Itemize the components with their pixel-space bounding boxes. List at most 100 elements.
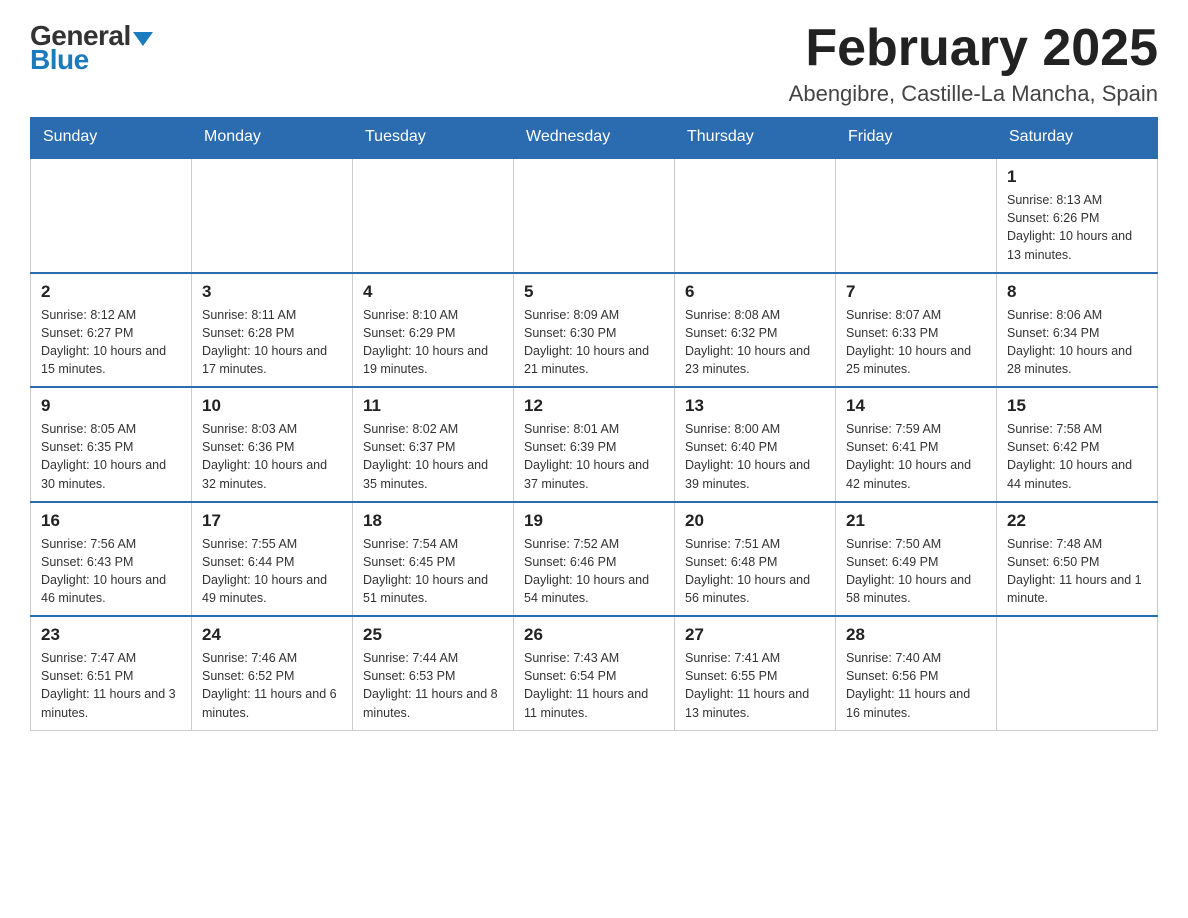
calendar-cell: 10 Sunrise: 8:03 AM Sunset: 6:36 PM Dayli…: [192, 387, 353, 502]
day-number: 5: [524, 282, 664, 302]
day-info: Sunrise: 8:01 AM Sunset: 6:39 PM Dayligh…: [524, 420, 664, 493]
logo: General Blue: [30, 20, 153, 76]
calendar-week-row: 16Sunrise: 7:56 AM Sunset: 6:43 PM Dayli…: [31, 502, 1158, 617]
day-number: 27: [685, 625, 825, 645]
day-number: 19: [524, 511, 664, 531]
day-number: 11: [363, 396, 503, 416]
day-number: 22: [1007, 511, 1147, 531]
day-number: 15: [1007, 396, 1147, 416]
day-number: 14: [846, 396, 986, 416]
day-number: 3: [202, 282, 342, 302]
calendar-cell: 3 Sunrise: 8:11 AM Sunset: 6:28 PM Daylig…: [192, 273, 353, 388]
day-number: 24: [202, 625, 342, 645]
month-title: February 2025: [789, 20, 1158, 77]
day-number: 18: [363, 511, 503, 531]
calendar-cell: 17 Sunrise: 7:55 AM Sunset: 6:44 PM Dayli…: [192, 502, 353, 617]
page-header: General Blue February 2025 Abengibre, Ca…: [30, 20, 1158, 107]
calendar-cell: 21Sunrise: 7:50 AM Sunset: 6:49 PM Dayli…: [836, 502, 997, 617]
calendar-cell: 1 Sunrise: 8:13 AM Sunset: 6:26 PM Daylig…: [997, 158, 1158, 273]
day-info: Sunrise: 8:00 AM Sunset: 6:40 PM Dayligh…: [685, 420, 825, 493]
calendar-cell: [31, 158, 192, 273]
calendar-cell: 19 Sunrise: 7:52 AM Sunset: 6:46 PM Dayli…: [514, 502, 675, 617]
day-info: Sunrise: 8:07 AM Sunset: 6:33 PM Dayligh…: [846, 306, 986, 379]
day-number: 23: [41, 625, 181, 645]
calendar-cell: 6Sunrise: 8:08 AM Sunset: 6:32 PM Daylig…: [675, 273, 836, 388]
logo-blue-text: Blue: [30, 44, 89, 76]
calendar-cell: 27 Sunrise: 7:41 AM Sunset: 6:55 PM Dayli…: [675, 616, 836, 730]
calendar-cell: 11 Sunrise: 8:02 AM Sunset: 6:37 PM Dayli…: [353, 387, 514, 502]
day-info: Sunrise: 8:10 AM Sunset: 6:29 PM Dayligh…: [363, 306, 503, 379]
calendar-week-row: 2 Sunrise: 8:12 AM Sunset: 6:27 PM Daylig…: [31, 273, 1158, 388]
day-number: 13: [685, 396, 825, 416]
calendar-cell: [836, 158, 997, 273]
calendar-cell: 25 Sunrise: 7:44 AM Sunset: 6:53 PM Dayli…: [353, 616, 514, 730]
day-number: 26: [524, 625, 664, 645]
calendar-cell: 22Sunrise: 7:48 AM Sunset: 6:50 PM Dayli…: [997, 502, 1158, 617]
calendar-cell: 13 Sunrise: 8:00 AM Sunset: 6:40 PM Dayli…: [675, 387, 836, 502]
day-number: 17: [202, 511, 342, 531]
calendar-week-row: 23Sunrise: 7:47 AM Sunset: 6:51 PM Dayli…: [31, 616, 1158, 730]
day-info: Sunrise: 8:02 AM Sunset: 6:37 PM Dayligh…: [363, 420, 503, 493]
day-info: Sunrise: 7:44 AM Sunset: 6:53 PM Dayligh…: [363, 649, 503, 722]
day-info: Sunrise: 7:40 AM Sunset: 6:56 PM Dayligh…: [846, 649, 986, 722]
day-number: 10: [202, 396, 342, 416]
calendar-cell: [514, 158, 675, 273]
calendar-cell: 8 Sunrise: 8:06 AM Sunset: 6:34 PM Daylig…: [997, 273, 1158, 388]
day-number: 9: [41, 396, 181, 416]
calendar-cell: 24 Sunrise: 7:46 AM Sunset: 6:52 PM Dayli…: [192, 616, 353, 730]
day-number: 1: [1007, 167, 1147, 187]
calendar-cell: [192, 158, 353, 273]
weekday-header-tuesday: Tuesday: [353, 118, 514, 158]
day-number: 28: [846, 625, 986, 645]
day-info: Sunrise: 7:50 AM Sunset: 6:49 PM Dayligh…: [846, 535, 986, 608]
calendar-cell: 2 Sunrise: 8:12 AM Sunset: 6:27 PM Daylig…: [31, 273, 192, 388]
weekday-header-sunday: Sunday: [31, 118, 192, 158]
day-info: Sunrise: 8:13 AM Sunset: 6:26 PM Dayligh…: [1007, 191, 1147, 264]
calendar-cell: 9 Sunrise: 8:05 AM Sunset: 6:35 PM Daylig…: [31, 387, 192, 502]
day-number: 12: [524, 396, 664, 416]
day-number: 25: [363, 625, 503, 645]
day-number: 2: [41, 282, 181, 302]
weekday-header-saturday: Saturday: [997, 118, 1158, 158]
calendar-cell: [997, 616, 1158, 730]
calendar-cell: 5 Sunrise: 8:09 AM Sunset: 6:30 PM Daylig…: [514, 273, 675, 388]
day-number: 16: [41, 511, 181, 531]
calendar-table: SundayMondayTuesdayWednesdayThursdayFrid…: [30, 117, 1158, 731]
day-info: Sunrise: 8:12 AM Sunset: 6:27 PM Dayligh…: [41, 306, 181, 379]
day-info: Sunrise: 8:05 AM Sunset: 6:35 PM Dayligh…: [41, 420, 181, 493]
calendar-cell: 4Sunrise: 8:10 AM Sunset: 6:29 PM Daylig…: [353, 273, 514, 388]
weekday-header-thursday: Thursday: [675, 118, 836, 158]
calendar-cell: [675, 158, 836, 273]
calendar-week-row: 9 Sunrise: 8:05 AM Sunset: 6:35 PM Daylig…: [31, 387, 1158, 502]
day-info: Sunrise: 7:52 AM Sunset: 6:46 PM Dayligh…: [524, 535, 664, 608]
day-number: 6: [685, 282, 825, 302]
day-info: Sunrise: 7:59 AM Sunset: 6:41 PM Dayligh…: [846, 420, 986, 493]
day-info: Sunrise: 7:55 AM Sunset: 6:44 PM Dayligh…: [202, 535, 342, 608]
calendar-cell: 28 Sunrise: 7:40 AM Sunset: 6:56 PM Dayli…: [836, 616, 997, 730]
day-number: 20: [685, 511, 825, 531]
day-info: Sunrise: 8:03 AM Sunset: 6:36 PM Dayligh…: [202, 420, 342, 493]
day-info: Sunrise: 7:46 AM Sunset: 6:52 PM Dayligh…: [202, 649, 342, 722]
calendar-cell: 14 Sunrise: 7:59 AM Sunset: 6:41 PM Dayli…: [836, 387, 997, 502]
calendar-cell: 18 Sunrise: 7:54 AM Sunset: 6:45 PM Dayli…: [353, 502, 514, 617]
day-info: Sunrise: 7:41 AM Sunset: 6:55 PM Dayligh…: [685, 649, 825, 722]
weekday-header-row: SundayMondayTuesdayWednesdayThursdayFrid…: [31, 118, 1158, 158]
calendar-cell: 15 Sunrise: 7:58 AM Sunset: 6:42 PM Dayli…: [997, 387, 1158, 502]
calendar-cell: 12 Sunrise: 8:01 AM Sunset: 6:39 PM Dayli…: [514, 387, 675, 502]
day-number: 7: [846, 282, 986, 302]
day-info: Sunrise: 8:11 AM Sunset: 6:28 PM Dayligh…: [202, 306, 342, 379]
day-info: Sunrise: 7:51 AM Sunset: 6:48 PM Dayligh…: [685, 535, 825, 608]
day-info: Sunrise: 7:58 AM Sunset: 6:42 PM Dayligh…: [1007, 420, 1147, 493]
day-info: Sunrise: 7:54 AM Sunset: 6:45 PM Dayligh…: [363, 535, 503, 608]
logo-triangle-icon: [133, 32, 153, 46]
weekday-header-friday: Friday: [836, 118, 997, 158]
day-info: Sunrise: 8:09 AM Sunset: 6:30 PM Dayligh…: [524, 306, 664, 379]
calendar-week-row: 1 Sunrise: 8:13 AM Sunset: 6:26 PM Daylig…: [31, 158, 1158, 273]
day-info: Sunrise: 8:06 AM Sunset: 6:34 PM Dayligh…: [1007, 306, 1147, 379]
day-number: 8: [1007, 282, 1147, 302]
calendar-cell: 7 Sunrise: 8:07 AM Sunset: 6:33 PM Daylig…: [836, 273, 997, 388]
calendar-cell: 20 Sunrise: 7:51 AM Sunset: 6:48 PM Dayli…: [675, 502, 836, 617]
calendar-cell: 26Sunrise: 7:43 AM Sunset: 6:54 PM Dayli…: [514, 616, 675, 730]
calendar-cell: [353, 158, 514, 273]
weekday-header-monday: Monday: [192, 118, 353, 158]
